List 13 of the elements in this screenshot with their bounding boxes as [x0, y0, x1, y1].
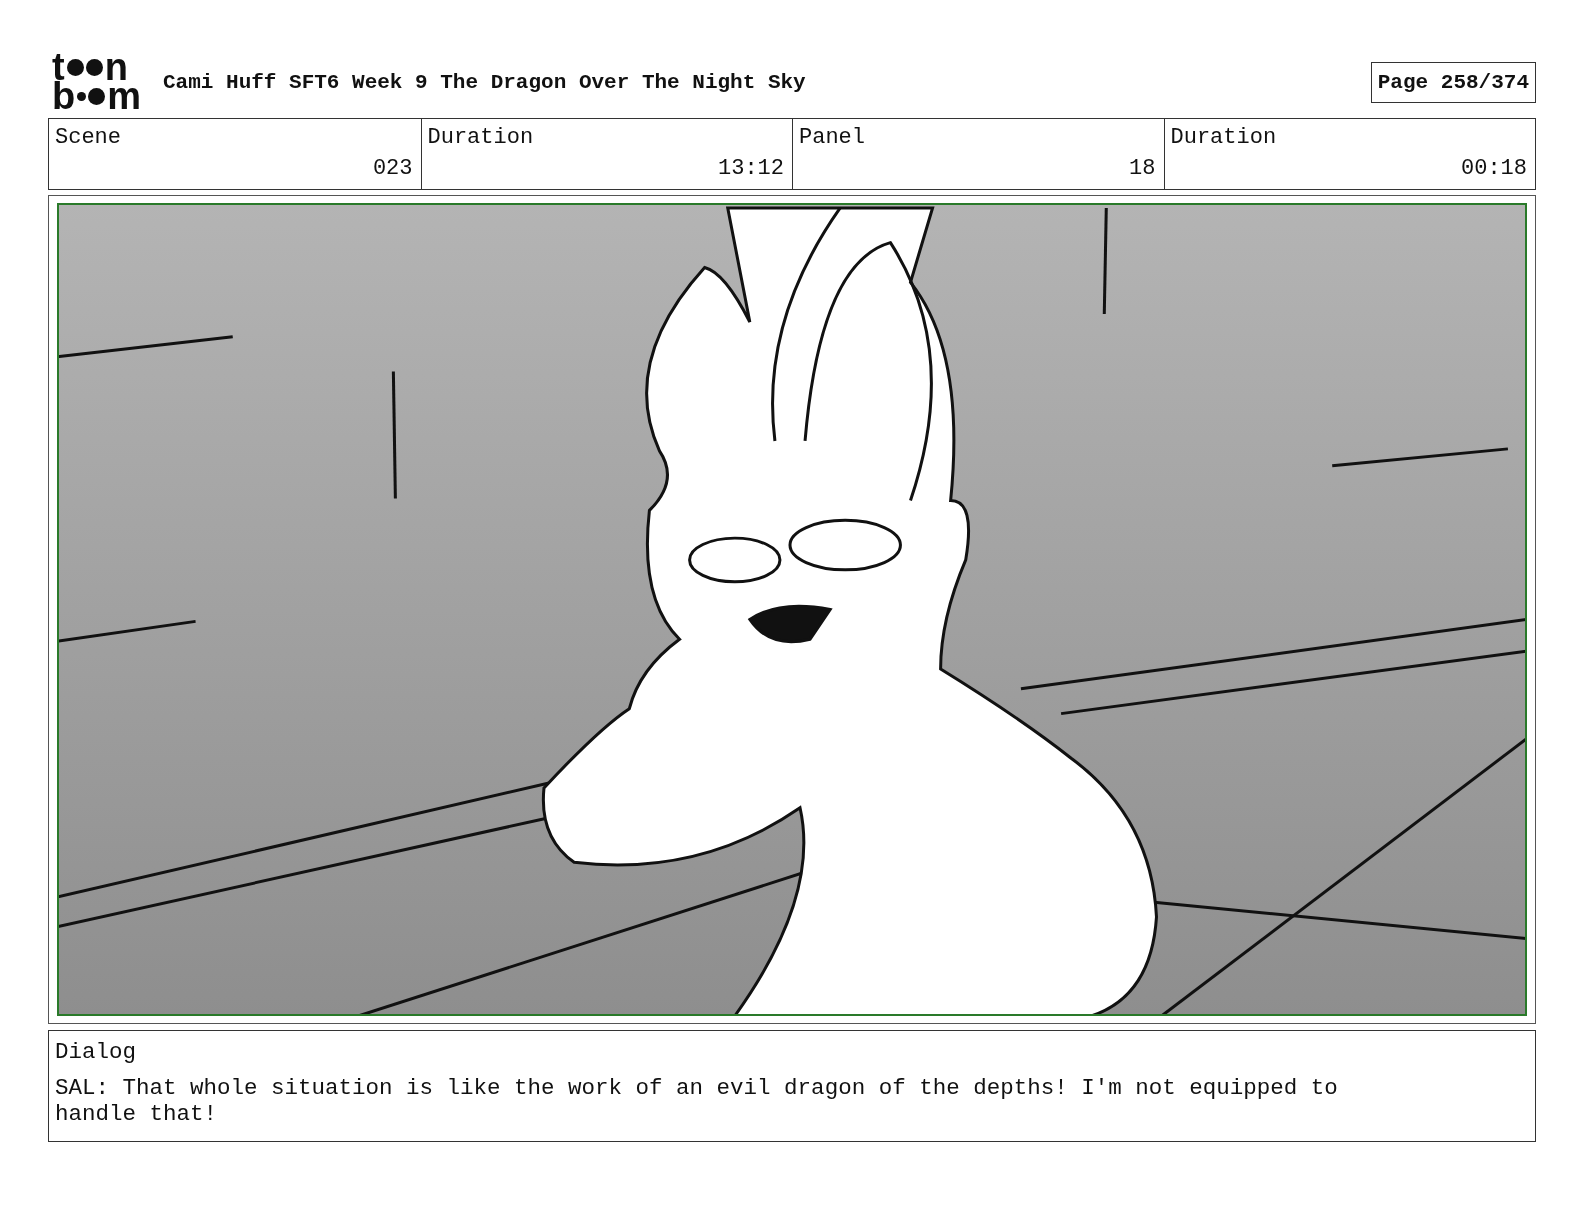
info-value: 023	[371, 156, 413, 181]
info-label: Duration	[1170, 125, 1278, 150]
info-label: Panel	[799, 125, 866, 150]
dialog-label: Dialog	[55, 1039, 137, 1065]
info-value: 13:12	[717, 156, 784, 181]
info-value: 18	[1128, 156, 1156, 181]
logo: t n b m	[52, 53, 141, 111]
dialog-text: SAL: That whole situation is like the work of an evil dragon of the depths! I'm not equipped to handle that!	[55, 1075, 1339, 1127]
storyboard-title: Cami Huff SFT6 Week 9 The Dragon Over The Night Sky	[163, 70, 807, 94]
info-label: Scene	[55, 125, 122, 150]
page-number: Page 258/374	[1370, 61, 1536, 103]
info-label: Duration	[427, 125, 535, 150]
info-value: 00:18	[1460, 156, 1527, 181]
